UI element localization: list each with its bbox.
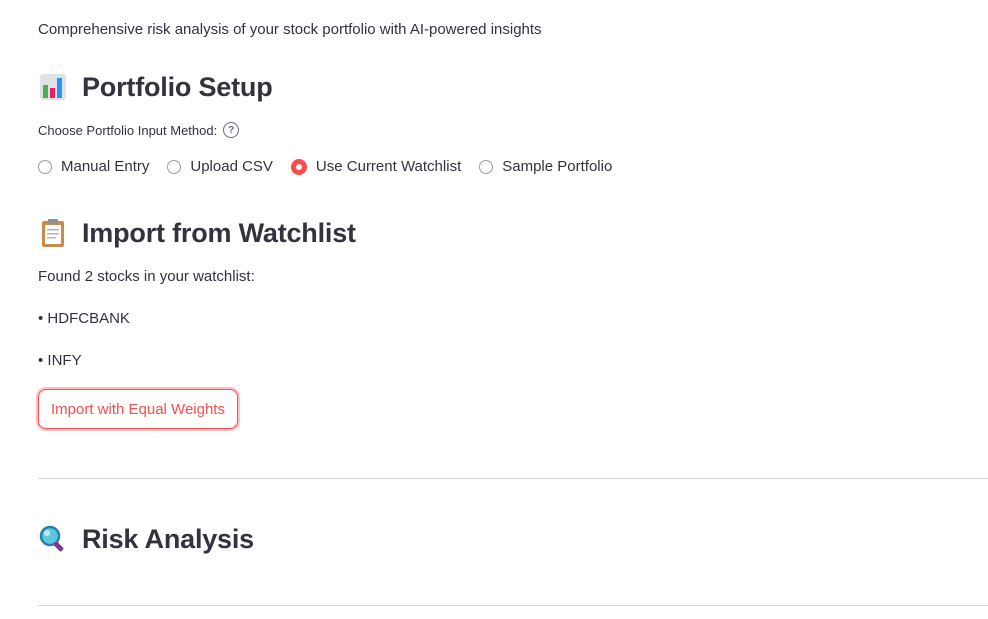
input-method-label: Choose Portfolio Input Method: ? — [38, 122, 240, 138]
radio-unchecked-icon[interactable] — [479, 159, 494, 174]
radio-label: Sample Portfolio — [502, 158, 613, 175]
divider — [38, 478, 988, 479]
radio-manual-entry[interactable]: Manual Entry — [38, 158, 149, 175]
input-method-label-text: Choose Portfolio Input Method: — [38, 122, 218, 138]
list-item: • HDFCBANK — [38, 310, 130, 327]
watchlist-found-text: Found 2 stocks in your watchlist: — [38, 268, 255, 285]
portfolio-setup-header: Portfolio Setup — [38, 69, 273, 105]
radio-label: Upload CSV — [190, 158, 273, 175]
radio-unchecked-icon[interactable] — [167, 159, 182, 174]
magnifier-icon — [38, 524, 68, 554]
page-subtitle: Comprehensive risk analysis of your stoc… — [38, 21, 542, 38]
radio-label: Manual Entry — [61, 158, 150, 175]
bar-chart-icon — [38, 72, 68, 102]
section-title: Portfolio Setup — [82, 71, 273, 102]
risk-analysis-header: Risk Analysis — [38, 521, 254, 557]
radio-upload-csv[interactable]: Upload CSV — [167, 158, 273, 175]
import-equal-weights-button[interactable]: Import with Equal Weights — [38, 389, 238, 429]
section-title: Import from Watchlist — [82, 217, 356, 248]
divider — [38, 605, 988, 606]
radio-label: Use Current Watchlist — [315, 158, 462, 175]
import-watchlist-header: Import from Watchlist — [38, 215, 356, 251]
radio-checked-icon[interactable] — [290, 158, 307, 175]
radio-unchecked-icon[interactable] — [38, 159, 52, 174]
radio-use-current-watchlist[interactable]: Use Current Watchlist — [290, 158, 462, 175]
radio-sample-portfolio[interactable]: Sample Portfolio — [479, 158, 612, 175]
clipboard-icon — [38, 218, 68, 248]
section-title: Risk Analysis — [82, 523, 254, 554]
list-item: • INFY — [38, 352, 82, 369]
input-method-radio-group: Manual Entry Upload CSV Use Current Watc… — [38, 158, 630, 175]
question-icon[interactable]: ? — [223, 122, 240, 138]
